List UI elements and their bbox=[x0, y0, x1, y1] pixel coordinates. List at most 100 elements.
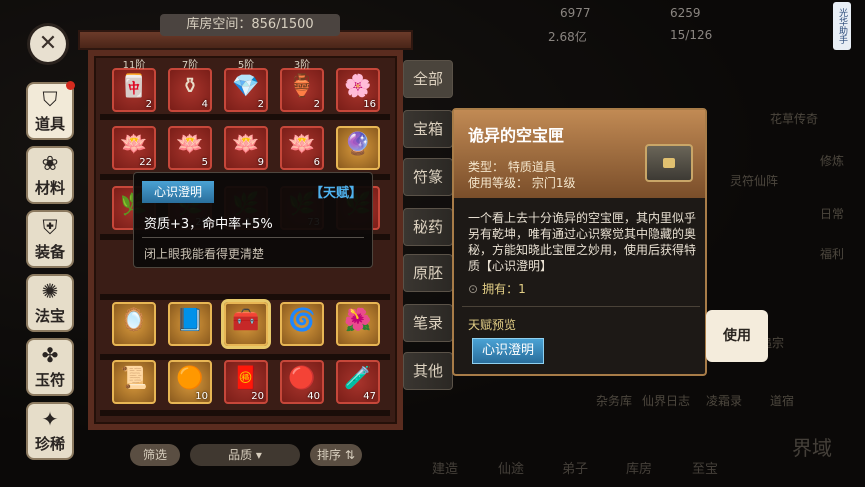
treasure-icon: ✺ bbox=[41, 278, 59, 303]
armor-icon: ⛨ bbox=[42, 214, 58, 239]
owned-label: 拥有： bbox=[482, 282, 519, 296]
mirror-icon: 🪞 bbox=[120, 308, 148, 333]
owned-value: 1 bbox=[518, 282, 526, 296]
pearl-icon: 🔴 bbox=[288, 366, 316, 391]
talent-tooltip: 心识澄明 【天赋】 资质+3，命中率+5% 闭上眼我能看得更清楚 bbox=[133, 172, 373, 268]
item-slot[interactable]: 🌀 bbox=[280, 302, 324, 346]
tooltip-stats: 资质+3，命中率+5% bbox=[144, 217, 273, 232]
item-slot[interactable]: 📜 bbox=[112, 360, 156, 404]
item-slot[interactable]: 🪷 9 bbox=[224, 126, 268, 170]
filter-tab-chest[interactable]: 宝箱 bbox=[403, 110, 453, 148]
category-tab-rare[interactable]: ✦ 珍稀 bbox=[26, 402, 74, 460]
item-count: 5 bbox=[201, 157, 208, 168]
item-slot[interactable]: 🪷 5 bbox=[168, 126, 212, 170]
item-slot[interactable]: 🔮 bbox=[336, 126, 380, 170]
item-count: 6 bbox=[313, 157, 320, 168]
category-label: 材料 bbox=[34, 178, 65, 197]
shelf-board bbox=[100, 410, 390, 416]
item-count: 20 bbox=[251, 391, 264, 402]
item-rank: 7阶 bbox=[181, 60, 199, 71]
item-slot[interactable]: 🔴 40 bbox=[280, 360, 324, 404]
urn-icon: 🏺 bbox=[288, 74, 316, 99]
item-description: 一个看上去十分诡异的空宝匣，其内里似乎另有乾坤，唯有通过心识察觉其中隐藏的奥秘，… bbox=[468, 211, 697, 273]
item-slot[interactable]: 11阶 🀄 2 bbox=[112, 60, 156, 112]
sort-label: 排序 bbox=[317, 448, 342, 462]
chest-icon: 🧰 bbox=[232, 308, 260, 333]
orb-icon: 🌀 bbox=[288, 308, 316, 333]
item-slot[interactable]: 🧧 20 bbox=[224, 360, 268, 404]
item-slot[interactable]: 🧪 47 bbox=[336, 360, 380, 404]
item-rank: 11阶 bbox=[122, 60, 146, 71]
item-detail-panel: 诡异的空宝匣 类型： 特质道具 使用等级： 宗门1级 一个看上去十分诡异的空宝匣… bbox=[452, 108, 707, 376]
chest-icon bbox=[645, 144, 693, 182]
item-count: 2 bbox=[313, 99, 320, 110]
quality-dropdown[interactable]: 品质 ▾ bbox=[190, 444, 300, 466]
talisman-icon: 📜 bbox=[120, 366, 148, 391]
item-slot[interactable]: 🟠 10 bbox=[168, 360, 212, 404]
item-slot[interactable]: 📘 bbox=[168, 302, 212, 346]
category-tab-treasure[interactable]: ✺ 法宝 bbox=[26, 274, 74, 332]
category-label: 道具 bbox=[34, 114, 65, 133]
filter-tab-embryo[interactable]: 原胚 bbox=[403, 254, 453, 292]
sort-button[interactable]: 排序 ⇅ bbox=[310, 444, 362, 466]
storage-capacity: 库房空间：856/1500 bbox=[160, 14, 340, 36]
category-tab-equipment[interactable]: ⛨ 装备 bbox=[26, 210, 74, 268]
close-button[interactable]: ✕ bbox=[30, 26, 66, 62]
item-type: 类型： 特质道具 bbox=[468, 160, 556, 174]
item-slot[interactable]: 5阶 💎 2 bbox=[224, 60, 268, 112]
close-icon: ✕ bbox=[38, 31, 58, 56]
scroll-icon: 🀄 bbox=[120, 74, 148, 99]
divider bbox=[142, 237, 364, 238]
owned-count: ⊙ 拥有：1 bbox=[468, 280, 526, 297]
item-slot[interactable]: 🌸 16 bbox=[336, 68, 380, 112]
item-count: 22 bbox=[139, 157, 152, 168]
item-slot[interactable]: 🌺 bbox=[336, 302, 380, 346]
use-button[interactable]: 使用 bbox=[706, 310, 768, 362]
item-slot[interactable]: 🪞 bbox=[112, 302, 156, 346]
category-tab-materials[interactable]: ❀ 材料 bbox=[26, 146, 74, 204]
item-level: 使用等级： 宗门1级 bbox=[468, 176, 576, 190]
assistant-button[interactable]: 光华助手 bbox=[833, 2, 851, 50]
item-count: 2 bbox=[145, 99, 152, 110]
sun-orb-icon: 🟠 bbox=[176, 366, 204, 391]
item-count: 2 bbox=[257, 99, 264, 110]
filter-tab-record[interactable]: 笔录 bbox=[403, 304, 453, 342]
talent-preview-title: 天赋预览 bbox=[468, 318, 517, 332]
item-slot[interactable]: 7阶 ⚱ 4 bbox=[168, 60, 212, 112]
rare-icon: ✦ bbox=[41, 406, 59, 431]
tooltip-talent-name: 心识澄明 bbox=[142, 181, 214, 203]
filter-tab-talisman[interactable]: 符篆 bbox=[403, 158, 453, 196]
currency-c: 6259 bbox=[670, 6, 701, 20]
gem-icon: 💎 bbox=[232, 74, 260, 99]
herb-icon: ❀ bbox=[41, 150, 59, 175]
filter-button[interactable]: 筛选 bbox=[130, 444, 180, 466]
lotus-icon: 🪷 bbox=[232, 132, 260, 157]
flask-icon: 🧪 bbox=[344, 366, 372, 391]
flower-icon: 🌺 bbox=[344, 308, 372, 333]
category-tab-items[interactable]: ⛉ 道具 bbox=[26, 81, 75, 140]
item-slot[interactable]: 🪷 22 bbox=[112, 126, 156, 170]
orb-icon: 🔮 bbox=[344, 132, 372, 157]
item-slot[interactable]: 3阶 🏺 2 bbox=[280, 60, 324, 112]
sort-arrow-icon: ⇅ bbox=[344, 448, 355, 462]
item-rank: 5阶 bbox=[237, 60, 255, 71]
item-slot-selected[interactable]: 🧰 bbox=[224, 302, 268, 346]
shelf-board bbox=[100, 114, 390, 120]
talent-preview-button[interactable]: 心识澄明 bbox=[472, 338, 544, 364]
item-rank: 3阶 bbox=[293, 60, 311, 71]
item-count: 47 bbox=[363, 391, 376, 402]
item-count: 9 bbox=[257, 157, 264, 168]
tooltip-talent-tag: 【天赋】 bbox=[309, 186, 362, 201]
divider bbox=[462, 306, 700, 307]
shelf-board bbox=[100, 294, 390, 300]
item-count: 16 bbox=[363, 99, 376, 110]
item-slot[interactable]: 🪷 6 bbox=[280, 126, 324, 170]
item-count: 40 bbox=[307, 391, 320, 402]
category-label: 装备 bbox=[34, 242, 65, 261]
category-tab-jade[interactable]: ✤ 玉符 bbox=[26, 338, 74, 396]
filter-tab-all[interactable]: 全部 bbox=[403, 60, 453, 98]
filter-tab-other[interactable]: 其他 bbox=[403, 352, 453, 390]
info-icon: ⊙ bbox=[468, 282, 479, 296]
filter-tab-elixir[interactable]: 秘药 bbox=[403, 208, 453, 246]
charm-icon: 🧧 bbox=[232, 366, 260, 391]
